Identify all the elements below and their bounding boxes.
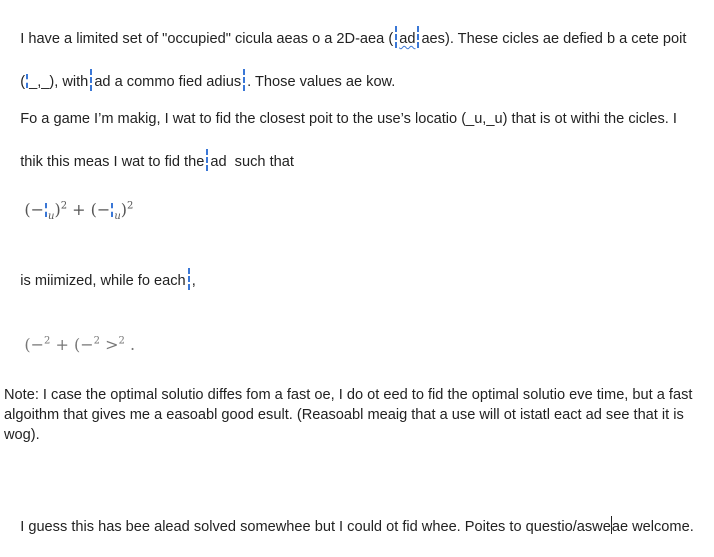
text-segment: I guess this has bee alead solved somewh…: [20, 519, 611, 535]
math-text: (−: [24, 200, 44, 219]
placeholder-marker: [187, 268, 190, 290]
placeholder-marker: [45, 203, 47, 217]
equation-distance: (− u)2 + (− u)2: [4, 180, 133, 240]
math-text: (−: [24, 335, 44, 354]
placeholder-marker: [26, 74, 29, 88]
paragraph-closing: I guess this has bee alead solved somewh…: [4, 496, 714, 557]
math-text: + (−: [67, 200, 111, 219]
text-segment: is miimized, while fo each: [20, 273, 186, 289]
text-segment: (: [20, 74, 26, 90]
text-segment: aes). These cicles ae defied b a cete po…: [421, 31, 687, 47]
equation-constraint: (−2 + (−2 >2 .: [4, 315, 135, 375]
text-segment: _,_), with: [29, 74, 89, 90]
math-text: .: [124, 335, 136, 354]
math-superscript: 2: [127, 200, 134, 212]
placeholder-marker: [417, 26, 420, 48]
text-segment: thik this meas I wat to fid the: [20, 154, 205, 170]
text-segment: ad a commo fied adius: [94, 74, 242, 90]
placeholder-marker: [395, 26, 398, 48]
placeholder-marker: [111, 203, 114, 217]
paragraph-note: Note: I case the optimal solutio diffes …: [4, 387, 697, 443]
math-text: >: [99, 335, 119, 354]
misspelled-word[interactable]: ad: [399, 31, 415, 47]
paragraph-constraint: is miimized, while fo each,: [4, 248, 714, 311]
text-segment: I have a limited set of "occupied" cicul…: [20, 31, 394, 47]
placeholder-marker: [206, 149, 209, 171]
placeholder-marker: [90, 69, 93, 91]
text-segment: ad such that: [210, 154, 294, 170]
text-segment: ,: [191, 273, 196, 289]
document-page: I have a limited set of "occupied" cicul…: [0, 0, 714, 535]
text-segment: Fo a game I’m makig, I wat to fid the cl…: [20, 111, 677, 127]
paragraph-goal: Fo a game I’m makig, I wat to fid the cl…: [4, 89, 714, 192]
placeholder-marker: [243, 69, 246, 91]
math-text: + (−: [50, 335, 94, 354]
text-segment: ae welcome.: [611, 519, 694, 535]
text-segment: . Those values ae kow.: [247, 74, 396, 90]
